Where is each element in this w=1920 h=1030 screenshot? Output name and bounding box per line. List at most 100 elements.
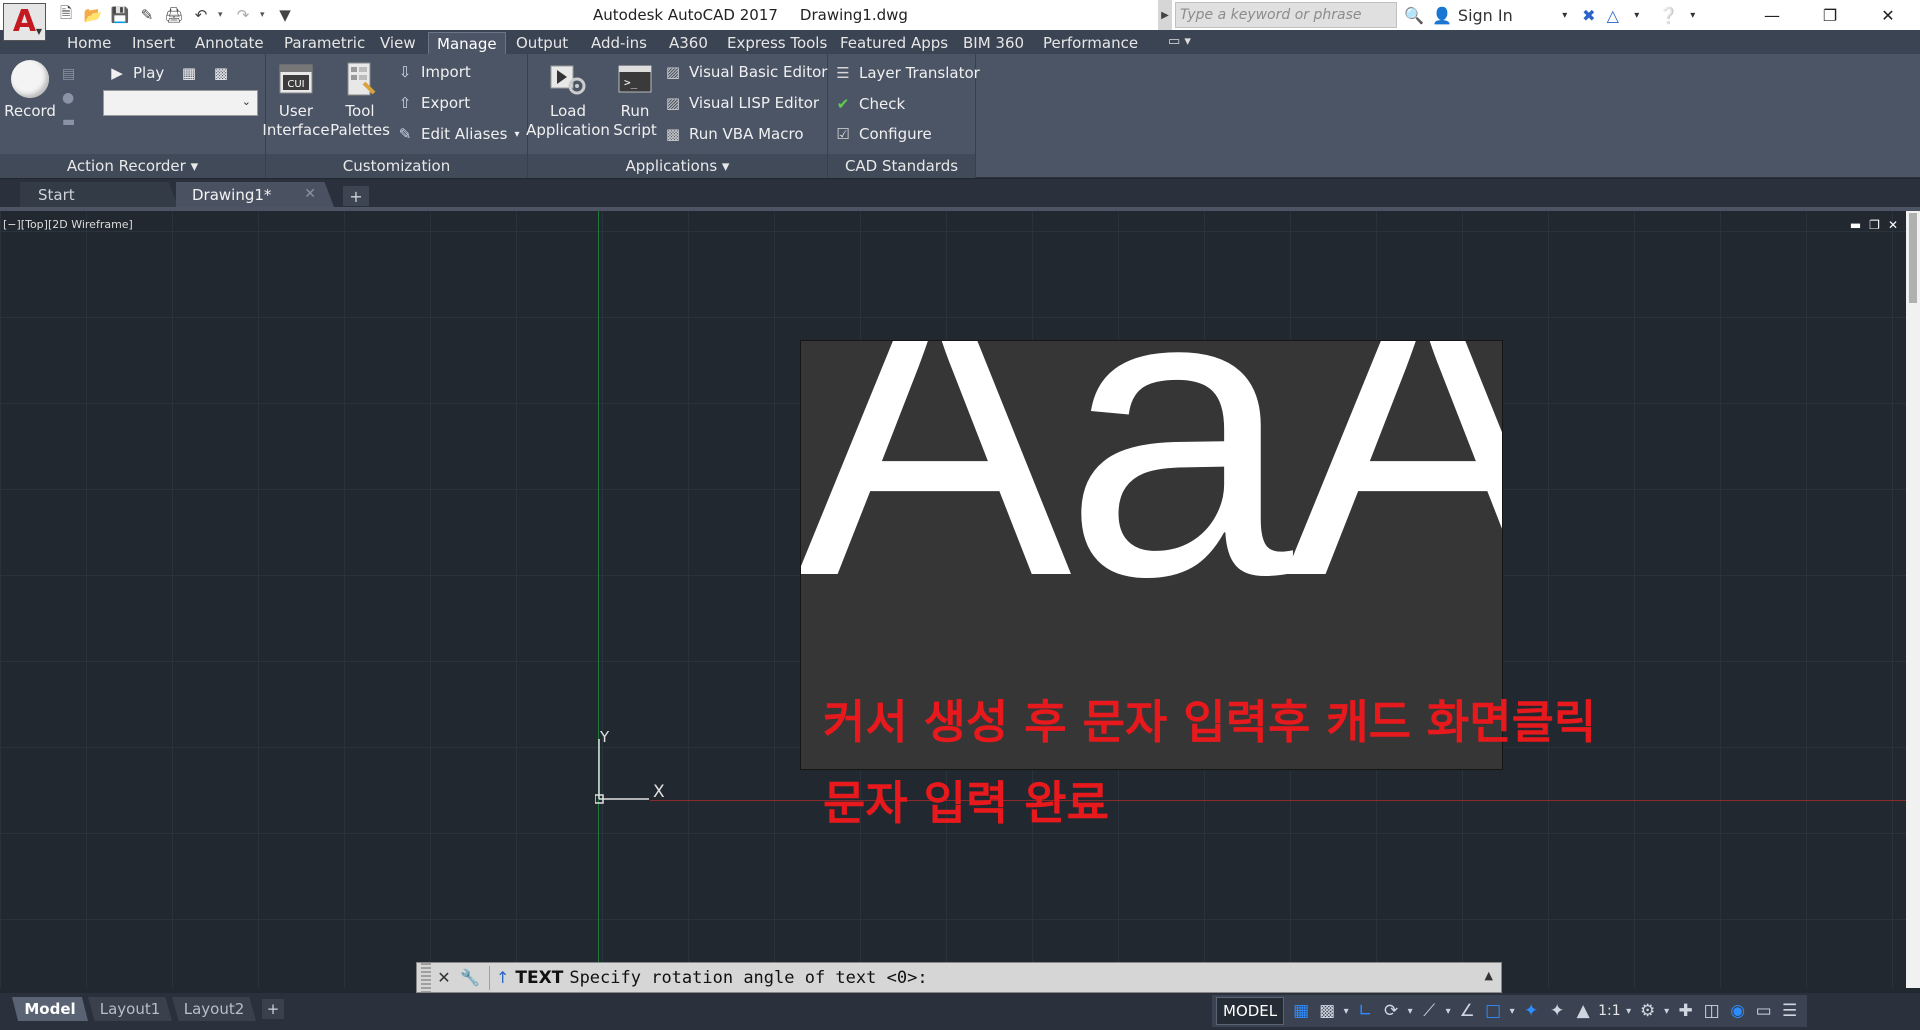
load-application-button[interactable]: Load Application (526, 60, 610, 140)
annotation-scale-value[interactable]: 1:1 (1596, 1003, 1623, 1019)
layout-tab-layout1[interactable]: Layout1 (88, 997, 172, 1021)
tab-bim-360[interactable]: BIM 360 (955, 32, 1032, 54)
redo-icon[interactable]: ↷ (233, 5, 253, 25)
tab-performance[interactable]: Performance (1035, 32, 1146, 54)
close-icon[interactable]: ✕ (304, 186, 316, 202)
grid-icon[interactable]: ▦ (1288, 997, 1314, 1025)
layout-tab-model[interactable]: Model (12, 997, 88, 1021)
tab-insert[interactable]: Insert (124, 32, 183, 54)
edit-aliases-button[interactable]: ✎ Edit Aliases ▾ (396, 122, 520, 146)
a360-icon[interactable]: △ (1601, 3, 1625, 27)
tab-featured-apps[interactable]: Featured Apps (832, 32, 956, 54)
tab-view[interactable]: View (372, 32, 424, 54)
save-icon[interactable]: 💾 (110, 5, 130, 25)
layer-translator-button[interactable]: ☰ Layer Translator (834, 61, 980, 85)
print-icon[interactable]: 🖨 (164, 5, 184, 25)
application-menu-button[interactable]: A ▼ (3, 3, 46, 41)
ortho-mode-icon[interactable]: ∟ (1352, 997, 1378, 1025)
tab-add-ins[interactable]: Add-ins (583, 32, 655, 54)
import-button[interactable]: ⇩ Import (396, 60, 471, 84)
isodraft-icon[interactable]: ⟋ (1416, 997, 1442, 1025)
exchange-apps-icon[interactable]: ✖ (1577, 3, 1601, 27)
customize-qat-icon[interactable]: ▼ (275, 5, 295, 25)
vertical-scrollbar[interactable] (1906, 211, 1920, 988)
visual-basic-editor-button[interactable]: ▨ Visual Basic Editor (664, 60, 828, 84)
isolate-objects-icon[interactable]: ◫ (1699, 997, 1725, 1025)
polar-tracking-icon[interactable]: ⟳ (1378, 997, 1404, 1025)
customization-menu-icon[interactable]: ☰ (1777, 997, 1803, 1025)
sign-in-dropdown-icon[interactable]: ▾ (1553, 3, 1577, 27)
insert-message-icon[interactable]: ▤ (62, 62, 75, 86)
snap-mode-icon[interactable]: ▩ (1314, 997, 1340, 1025)
hardware-acceleration-icon[interactable]: ◉ (1725, 997, 1751, 1025)
workspace-gear-icon[interactable]: ⚙ (1635, 997, 1661, 1025)
text-object[interactable]: AaA (801, 341, 1502, 638)
preferences-button[interactable]: ▦ (180, 61, 198, 85)
help-icon[interactable]: ❔ (1657, 3, 1681, 27)
macro-select[interactable]: ⌄ (103, 90, 258, 116)
isodraft-dropdown-icon[interactable]: ▾ (1442, 1006, 1454, 1017)
workspace-dropdown-icon[interactable]: ▾ (1661, 1006, 1673, 1017)
viewport-controls-label[interactable]: [−][Top][2D Wireframe] (3, 218, 133, 231)
a360-dropdown-icon[interactable]: ▾ (1625, 3, 1649, 27)
search-expand-icon[interactable]: ▶ (1158, 0, 1172, 30)
close-command-line-icon[interactable]: ✕ (431, 965, 457, 991)
visual-lisp-editor-button[interactable]: ▨ Visual LISP Editor (664, 91, 819, 115)
restore-button[interactable]: ❐ (1801, 0, 1859, 30)
sign-in-button[interactable]: 👤 Sign In (1432, 6, 1513, 25)
user-interface-button[interactable]: CUI User Interface (262, 60, 330, 140)
object-snap-icon[interactable]: □ (1480, 997, 1506, 1025)
tab-parametric[interactable]: Parametric (276, 32, 373, 54)
search-input[interactable] (1180, 7, 1396, 23)
close-viewport-icon[interactable]: ✕ (1888, 218, 1898, 232)
play-button[interactable]: ▶ Play (108, 61, 164, 85)
tab-annotate[interactable]: Annotate (187, 32, 272, 54)
snap-dropdown-icon[interactable]: ▾ (1340, 1006, 1352, 1017)
configure-button[interactable]: ☑ Configure (834, 122, 931, 146)
annotation-visibility-icon[interactable]: ✦ (1518, 997, 1544, 1025)
polar-dropdown-icon[interactable]: ▾ (1404, 1006, 1416, 1017)
command-line-grip-handle[interactable] (421, 963, 431, 992)
ribbon-display-toggle-icon[interactable]: ▭ ▾ (1168, 34, 1191, 49)
tab-express-tools[interactable]: Express Tools (719, 32, 835, 54)
panel-title-action-recorder[interactable]: Action Recorder ▾ (0, 154, 265, 178)
drawing-canvas[interactable]: [−][Top][2D Wireframe] ▬ ❐ ✕ Y X AaA 커서 … (0, 211, 1906, 991)
doc-tab-drawing1[interactable]: Drawing1* ✕ (176, 182, 334, 207)
undo-dropdown-icon[interactable]: ▾ (218, 10, 226, 20)
auto-scale-icon[interactable]: ✦ (1544, 997, 1570, 1025)
scrollbar-thumb[interactable] (1909, 213, 1917, 303)
manage-macros-button[interactable]: ▩ (212, 61, 230, 85)
object-snap-tracking-icon[interactable]: ∠ (1454, 997, 1480, 1025)
plus-icon[interactable]: ✚ (1673, 997, 1699, 1025)
check-button[interactable]: ✔ Check (834, 92, 905, 116)
help-dropdown-icon[interactable]: ▾ (1681, 3, 1705, 27)
record-button[interactable]: Record (4, 60, 56, 121)
run-script-button[interactable]: >_ Run Script (610, 60, 660, 140)
object-snap-dropdown-icon[interactable]: ▾ (1506, 1006, 1518, 1017)
undo-icon[interactable]: ↶ (191, 5, 211, 25)
tab-manage[interactable]: Manage (428, 32, 506, 54)
doc-tab-start[interactable]: Start (20, 182, 178, 207)
clean-screen-icon[interactable]: ▭ (1751, 997, 1777, 1025)
layout-tab-layout2[interactable]: Layout2 (172, 997, 256, 1021)
open-folder-icon[interactable]: 📂 (83, 5, 103, 25)
annotation-scale-icon[interactable]: ▲ (1570, 997, 1596, 1025)
binoculars-icon[interactable]: 🔍 (1402, 3, 1426, 27)
model-space-button[interactable]: MODEL (1216, 997, 1285, 1025)
command-history-icon[interactable]: ▲ (1485, 969, 1493, 982)
minimize-viewport-icon[interactable]: ▬ (1850, 218, 1861, 232)
close-window-button[interactable]: ✕ (1859, 0, 1917, 30)
tab-home[interactable]: Home (59, 32, 119, 54)
new-file-icon[interactable]: 🗎 (56, 4, 76, 25)
export-button[interactable]: ⇧ Export (396, 91, 470, 115)
search-field[interactable] (1175, 2, 1397, 28)
new-layout-button[interactable]: + (262, 999, 284, 1019)
panel-title-applications[interactable]: Applications ▾ (528, 154, 827, 178)
scale-dropdown-icon[interactable]: ▾ (1623, 1006, 1635, 1017)
tab-a360[interactable]: A360 (661, 32, 716, 54)
restore-viewport-icon[interactable]: ❐ (1869, 218, 1880, 232)
minimize-button[interactable]: — (1743, 0, 1801, 30)
tool-palettes-button[interactable]: Tool Palettes (330, 60, 390, 140)
base-point-icon[interactable]: ▬ (62, 110, 75, 134)
wrench-icon[interactable]: 🔧 (457, 965, 483, 991)
